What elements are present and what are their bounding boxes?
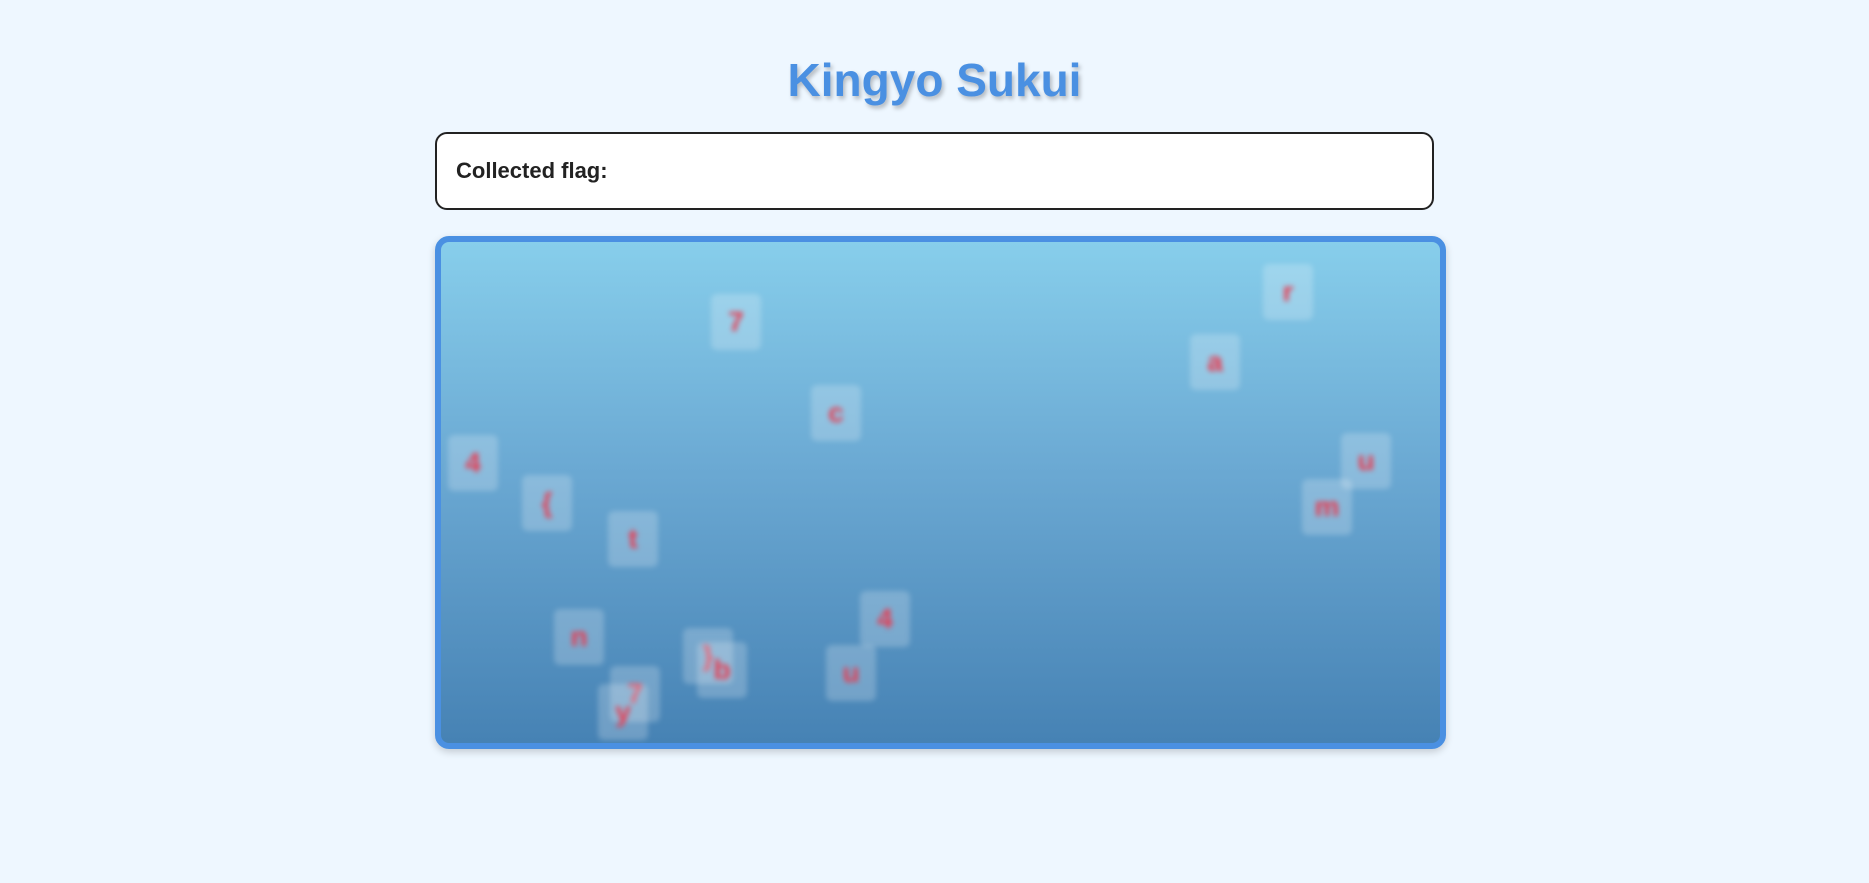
page-title: Kingyo Sukui: [787, 54, 1082, 106]
fish-letter[interactable]: 4: [448, 435, 498, 491]
fish-letter[interactable]: a: [1190, 334, 1240, 390]
collected-flag-label: Collected flag:: [456, 158, 608, 183]
collected-flag-panel: Collected flag:: [435, 132, 1434, 210]
fish-letter[interactable]: n: [554, 609, 604, 665]
fish-letter[interactable]: b: [697, 642, 747, 698]
fish-letter[interactable]: 7: [711, 294, 761, 350]
fish-letter[interactable]: u: [826, 645, 876, 701]
fish-letter[interactable]: r: [1263, 264, 1313, 320]
fish-letter[interactable]: y: [598, 684, 648, 740]
fish-letter[interactable]: c: [811, 385, 861, 441]
fish-letter[interactable]: {: [522, 475, 572, 531]
fish-tank[interactable]: r 7 a c 4 u { m t 4 n } b u 7 y: [435, 236, 1446, 749]
fish-letter[interactable]: t: [608, 511, 658, 567]
fish-letter[interactable]: 4: [860, 591, 910, 647]
fish-letter[interactable]: m: [1302, 479, 1352, 535]
